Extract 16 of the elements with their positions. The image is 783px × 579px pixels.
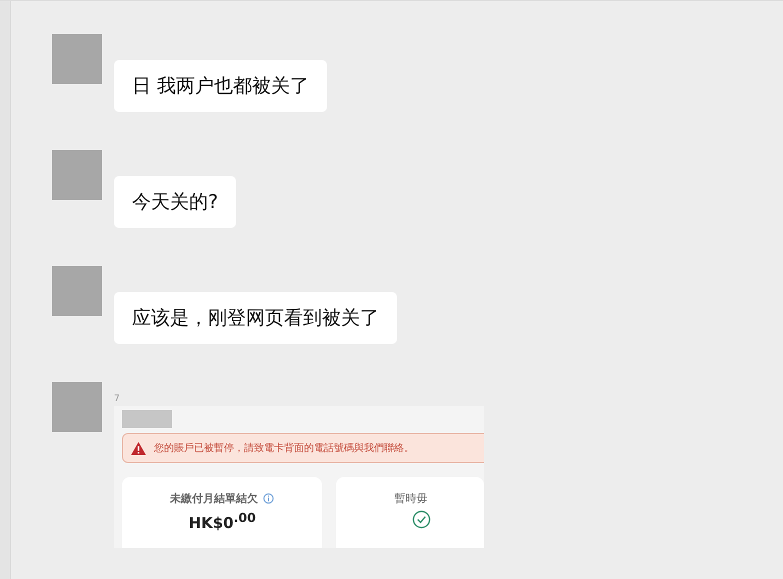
amount-text: HK$0$^{.00}$ — [188, 510, 256, 532]
card-title: 暫時毋 — [394, 491, 428, 506]
message-bubble: 日 我两户也都被关了 — [114, 60, 328, 112]
message-bubble: 今天关的? — [114, 176, 236, 228]
check-icon — [412, 510, 432, 529]
alert-text: 您的賬戶已被暫停，請致電卡背面的電話號碼與我們聯絡。 — [154, 442, 414, 455]
avatar-placeholder — [52, 266, 102, 316]
avatar-placeholder — [52, 34, 102, 84]
avatar-placeholder — [52, 150, 102, 200]
message-bubble: 应该是，刚登网页看到被关了 — [114, 292, 397, 344]
avatar-placeholder — [52, 382, 102, 432]
card-title: 未繳付月結單結欠 — [170, 491, 258, 506]
info-icon — [263, 493, 274, 504]
blurred-placeholder — [122, 410, 172, 428]
warning-icon — [131, 442, 146, 454]
sender-name: 7 — [114, 394, 121, 404]
